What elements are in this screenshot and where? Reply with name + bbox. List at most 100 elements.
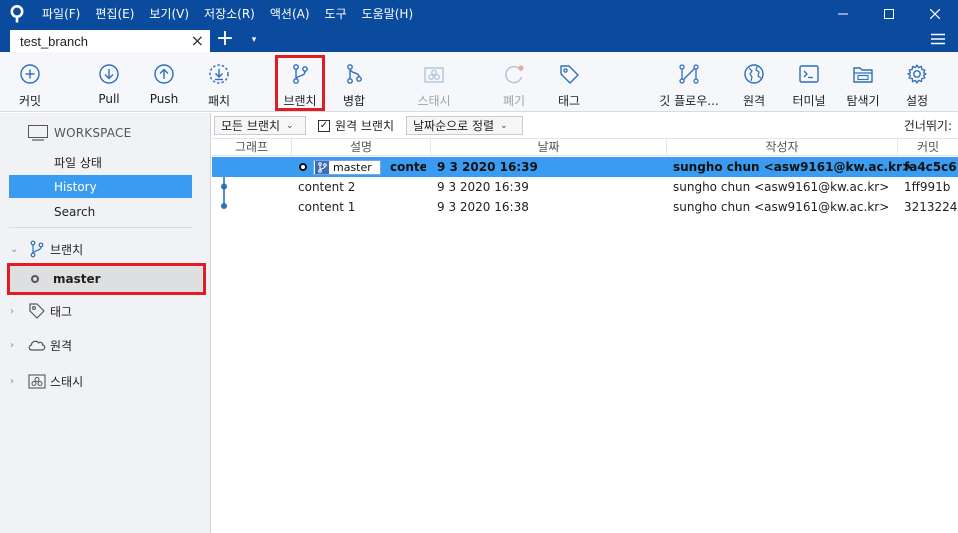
tag-button[interactable]: 태그 [549, 52, 589, 112]
branch-ref-tag: master [313, 160, 381, 175]
menu-repository[interactable]: 저장소(R) [204, 5, 255, 22]
sidebar-item-file-status[interactable]: 파일 상태 [9, 151, 192, 174]
patch-button[interactable]: 패치 [199, 52, 239, 112]
discard-button[interactable]: 폐기 [494, 52, 534, 112]
terminal-label: 터미널 [792, 94, 826, 108]
sidebar-group-branches[interactable]: ⌄ 브랜치 [10, 238, 83, 260]
maximize-button[interactable] [866, 0, 912, 27]
commit-author: sungho chun <asw9161@kw.ac.kr> [673, 160, 913, 174]
tags-label: 태그 [50, 304, 73, 319]
branch-highlight-box [275, 55, 325, 111]
branch-ref-label: master [333, 161, 372, 174]
sidebar-group-tags[interactable]: › 태그 [10, 300, 72, 322]
explorer-label: 탐색기 [846, 94, 880, 108]
terminal-button[interactable]: 터미널 [788, 52, 830, 112]
pull-label: Pull [98, 92, 120, 106]
menu-bar: 파일(F) 편집(E) 보기(V) 저장소(R) 액션(A) 도구 도움말(H) [42, 0, 428, 27]
commit-date: 9 3 2020 16:38 [437, 200, 529, 214]
pull-button[interactable]: Pull [89, 52, 129, 112]
commit-author: sungho chun <asw9161@kw.ac.kr> [673, 180, 890, 194]
patch-label: 패치 [207, 94, 231, 108]
sidebar-item-search[interactable]: Search [9, 200, 192, 223]
tab-label: test_branch [20, 33, 88, 49]
chevron-right-icon: › [10, 375, 14, 387]
menu-help[interactable]: 도움말(H) [362, 5, 414, 22]
col-author[interactable]: 작성자 [667, 139, 898, 156]
tab-test-branch[interactable]: test_branch × [10, 30, 210, 52]
merge-button[interactable]: 병합 [334, 52, 374, 112]
commit-label: 커밋 [18, 94, 42, 108]
menu-edit[interactable]: 편집(E) [95, 5, 134, 22]
commit-row[interactable]: content 1 9 3 2020 16:38 sungho chun <as… [212, 197, 958, 217]
commit-date: 9 3 2020 16:39 [437, 180, 529, 194]
sidebar-group-remotes[interactable]: › 원격 [10, 334, 72, 356]
col-graph[interactable]: 그래프 [212, 139, 292, 156]
chevron-down-icon: ⌄ [286, 120, 294, 131]
branch-filter-dropdown[interactable]: 모든 브랜치 ⌄ [214, 116, 306, 135]
sort-dropdown[interactable]: 날짜순으로 정렬 ⌄ [406, 116, 523, 135]
settings-button[interactable]: 설정 [897, 52, 937, 112]
discard-label: 폐기 [502, 94, 526, 108]
stashes-label: 스태시 [50, 374, 84, 389]
jump-to-label: 건너뛰기: [903, 119, 952, 133]
arrow-down-circle-icon [97, 62, 121, 86]
sidebar-group-stashes[interactable]: › 스태시 [10, 370, 83, 392]
tab-bar: test_branch × + ▾ [0, 27, 958, 52]
menu-tools[interactable]: 도구 [325, 5, 347, 22]
stash-button[interactable]: 스태시 [412, 52, 456, 112]
patch-dashed-circle-icon [207, 62, 231, 86]
commit-author: sungho chun <asw9161@kw.ac.kr> [673, 200, 890, 214]
sort-label: 날짜순으로 정렬 [413, 119, 495, 133]
folder-icon [851, 62, 875, 86]
commit-row[interactable]: master content 3 9 3 2020 16:39 sungho c… [212, 157, 958, 177]
title-bar: 파일(F) 편집(E) 보기(V) 저장소(R) 액션(A) 도구 도움말(H) [0, 0, 958, 27]
chevron-right-icon: › [10, 305, 14, 317]
remote-label: 원격 [742, 94, 766, 108]
commit-description: content 1 [298, 200, 356, 214]
minimize-button[interactable] [820, 0, 866, 27]
plus-circle-icon [18, 62, 42, 86]
sidebar: WORKSPACE 파일 상태 History Search ⌄ 브랜치 mas… [0, 113, 211, 533]
remote-branches-checkbox[interactable]: ✓ 원격 브랜치 [318, 116, 394, 135]
commit-table-header: 그래프 설명 날짜 작성자 커밋 [212, 138, 958, 156]
push-label: Push [149, 92, 179, 106]
hamburger-menu-icon[interactable] [930, 31, 946, 47]
git-flow-icon [677, 62, 701, 86]
menu-actions[interactable]: 액션(A) [270, 5, 310, 22]
terminal-icon [797, 62, 821, 86]
col-description[interactable]: 설명 [292, 139, 431, 156]
menu-view[interactable]: 보기(V) [149, 5, 189, 22]
checkbox-checked-icon: ✓ [318, 119, 330, 132]
git-flow-label: 깃 플로우... [659, 94, 719, 108]
tag-icon [557, 62, 581, 86]
commit-hash: 1ff991b [904, 180, 951, 194]
sidebar-item-history[interactable]: History [9, 175, 192, 198]
remote-button[interactable]: 원격 [734, 52, 774, 112]
commit-hash: fa4c5c6 [904, 160, 957, 174]
workspace-header: WORKSPACE [28, 123, 131, 143]
head-indicator-icon [299, 163, 307, 171]
commit-row[interactable]: content 2 9 3 2020 16:39 sungho chun <as… [212, 177, 958, 197]
merge-icon [342, 62, 366, 86]
discard-icon [502, 62, 526, 86]
branch-icon [26, 240, 48, 258]
col-date[interactable]: 날짜 [431, 139, 667, 156]
tab-close-icon[interactable]: × [191, 33, 204, 49]
push-button[interactable]: Push [144, 52, 184, 112]
explorer-button[interactable]: 탐색기 [842, 52, 884, 112]
add-tab-button[interactable]: + [214, 27, 236, 52]
branch-icon [315, 161, 329, 174]
tab-dropdown-button[interactable]: ▾ [246, 28, 262, 53]
close-window-button[interactable] [912, 0, 958, 27]
remote-branches-label: 원격 브랜치 [335, 119, 395, 133]
commit-button[interactable]: 커밋 [10, 52, 50, 112]
branch-filter-label: 모든 브랜치 [221, 119, 281, 133]
menu-file[interactable]: 파일(F) [42, 5, 80, 22]
master-highlight-box [7, 263, 206, 295]
col-commit[interactable]: 커밋 [898, 139, 958, 156]
workspace-label: WORKSPACE [54, 126, 132, 140]
remotes-label: 원격 [50, 338, 73, 353]
tag-label: 태그 [557, 94, 581, 108]
chevron-down-icon: ⌄ [10, 243, 19, 255]
git-flow-button[interactable]: 깃 플로우... [657, 52, 721, 112]
